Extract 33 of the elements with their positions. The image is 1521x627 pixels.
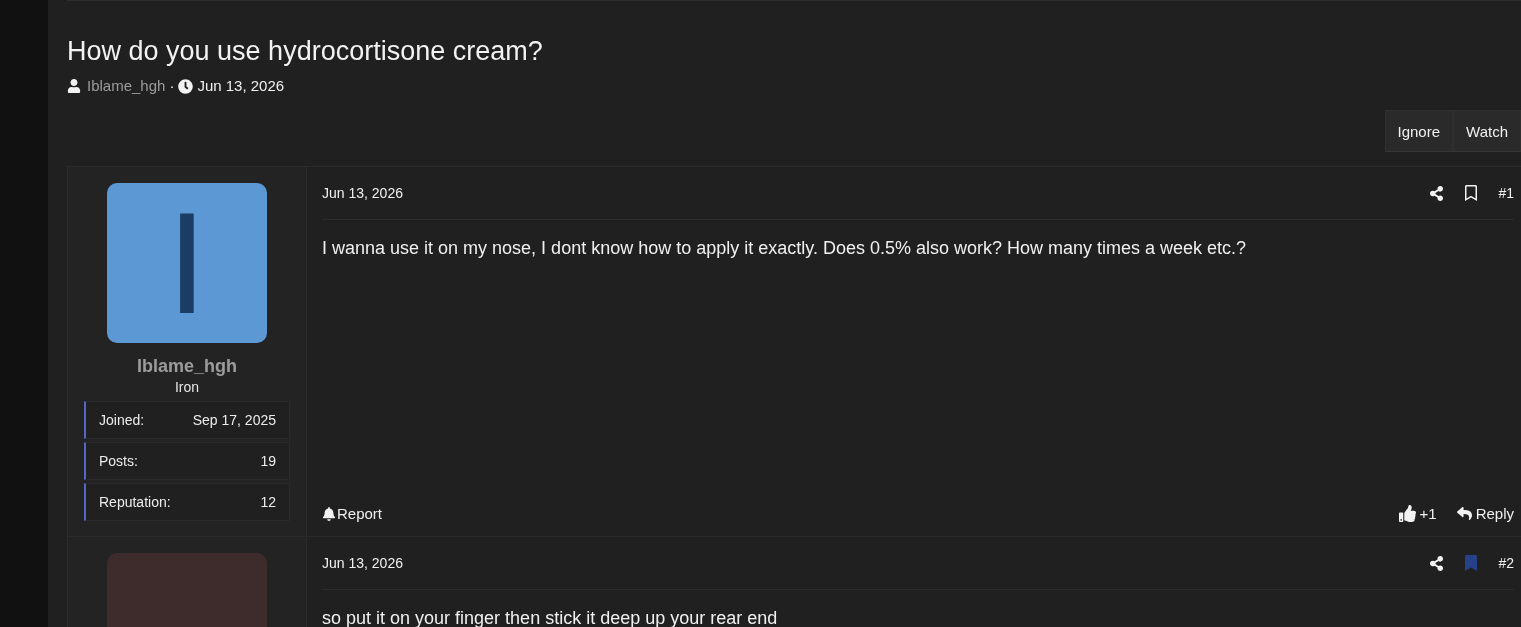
post-body-text: so put it on your finger then stick it deep up your rear end	[322, 607, 779, 627]
user-rank: Iron	[174, 378, 200, 397]
user-name-link[interactable]: Iblame_hgh	[137, 355, 237, 377]
post-date-link[interactable]: Jun 13, 2026	[322, 555, 403, 571]
share-icon[interactable]	[1429, 555, 1445, 571]
stat-label: Posts:	[99, 453, 138, 469]
stat-value: 19	[260, 453, 276, 469]
thread-date[interactable]: Jun 13, 2026	[197, 77, 285, 95]
stat-value: 12	[260, 494, 276, 510]
bell-icon	[322, 506, 336, 521]
user-icon	[67, 79, 81, 93]
thread-action-button[interactable]: Watch	[1453, 110, 1521, 152]
post-number-link[interactable]: #1	[1498, 185, 1514, 201]
clock-icon	[178, 78, 194, 94]
author-link[interactable]: Iblame_hgh	[87, 77, 166, 95]
post-number-link[interactable]: #2	[1498, 555, 1514, 571]
separator-dot: ·	[169, 77, 175, 95]
thread-action-button[interactable]: Ignore	[1384, 110, 1454, 152]
reply-icon	[1456, 506, 1472, 521]
thread-title: How do you use hydrocortisone cream?	[67, 35, 544, 68]
post-date-link[interactable]: Jun 13, 2026	[322, 185, 403, 201]
like-button[interactable]: +1	[1398, 505, 1437, 522]
user-avatar[interactable]: I	[107, 183, 267, 343]
stat-value: Sep 17, 2025	[192, 412, 276, 428]
bookmark-icon[interactable]	[1463, 185, 1480, 201]
avatar-letter: I	[166, 183, 208, 343]
post-body-text: I wanna use it on my nose, I dont know how to apply it exactly. Does 0.5% also work? How many times a week etc.?	[322, 237, 1248, 260]
stat-label: Joined:	[99, 412, 145, 428]
thumbs-up-icon	[1398, 505, 1416, 522]
share-icon[interactable]	[1429, 185, 1445, 201]
stat-label: Reputation:	[99, 494, 171, 510]
report-link[interactable]: Report	[322, 505, 383, 522]
reply-button[interactable]: Reply	[1456, 505, 1514, 522]
